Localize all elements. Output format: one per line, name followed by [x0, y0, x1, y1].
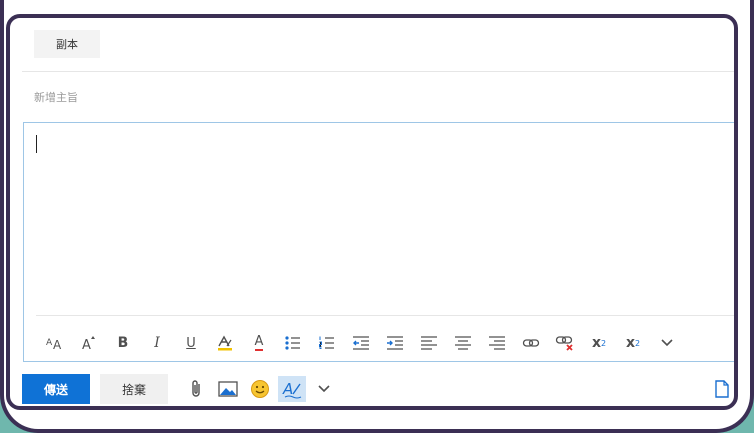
header-divider: [22, 71, 734, 72]
underline-glyph: U: [186, 335, 196, 351]
bold-glyph: B: [117, 335, 129, 351]
draft-document-icon[interactable]: [708, 376, 734, 402]
attach-icon[interactable]: [182, 376, 210, 402]
decrease-indent-icon[interactable]: [344, 331, 378, 355]
svg-text:A: A: [53, 338, 62, 351]
subscript-icon[interactable]: x2: [616, 331, 650, 355]
subject-input[interactable]: [34, 85, 634, 109]
subscript-mark: 2: [634, 338, 641, 348]
increase-indent-icon[interactable]: [378, 331, 412, 355]
svg-text:A: A: [46, 338, 53, 348]
message-body-editor[interactable]: AA A B I U A x 2 x 2: [23, 122, 734, 362]
align-left-icon[interactable]: [412, 331, 446, 355]
more-options-icon[interactable]: [650, 331, 684, 355]
discard-button[interactable]: 捨棄: [100, 374, 168, 404]
svg-text:A: A: [282, 380, 293, 398]
font-color-icon[interactable]: A: [242, 331, 276, 355]
highlight-icon[interactable]: [208, 331, 242, 355]
action-bar: 傳送 捨棄 A: [10, 370, 734, 406]
compose-panel: 副本 AA A B I U: [6, 14, 738, 410]
bullets-icon[interactable]: [276, 331, 310, 355]
insert-picture-icon[interactable]: [214, 376, 242, 402]
emoji-icon[interactable]: [246, 376, 274, 402]
format-toolbar: AA A B I U A x 2 x 2: [38, 331, 684, 355]
bold-icon[interactable]: B: [106, 331, 140, 355]
svg-text:A: A: [82, 338, 91, 351]
remove-link-icon[interactable]: [548, 331, 582, 355]
font-size-icon[interactable]: AA: [38, 331, 72, 355]
italic-icon[interactable]: I: [140, 331, 174, 355]
underline-icon[interactable]: U: [174, 331, 208, 355]
cc-button[interactable]: 副本: [34, 30, 100, 58]
format-toolbar-divider: [36, 315, 734, 316]
numbering-icon[interactable]: [310, 331, 344, 355]
italic-glyph: I: [154, 335, 160, 351]
superscript-glyph: x: [591, 335, 601, 351]
superscript-icon[interactable]: x2: [582, 331, 616, 355]
subscript-glyph: x: [625, 335, 635, 351]
text-caret: [36, 135, 37, 153]
insert-link-icon[interactable]: [514, 331, 548, 355]
align-right-icon[interactable]: [480, 331, 514, 355]
send-button[interactable]: 傳送: [22, 374, 90, 404]
superscript-mark: 2: [600, 338, 607, 348]
more-actions-chevron-icon[interactable]: [310, 376, 338, 402]
align-center-icon[interactable]: [446, 331, 480, 355]
increase-font-icon[interactable]: A: [72, 331, 106, 355]
format-text-icon[interactable]: A: [278, 376, 306, 402]
font-color-glyph: A: [254, 334, 264, 351]
